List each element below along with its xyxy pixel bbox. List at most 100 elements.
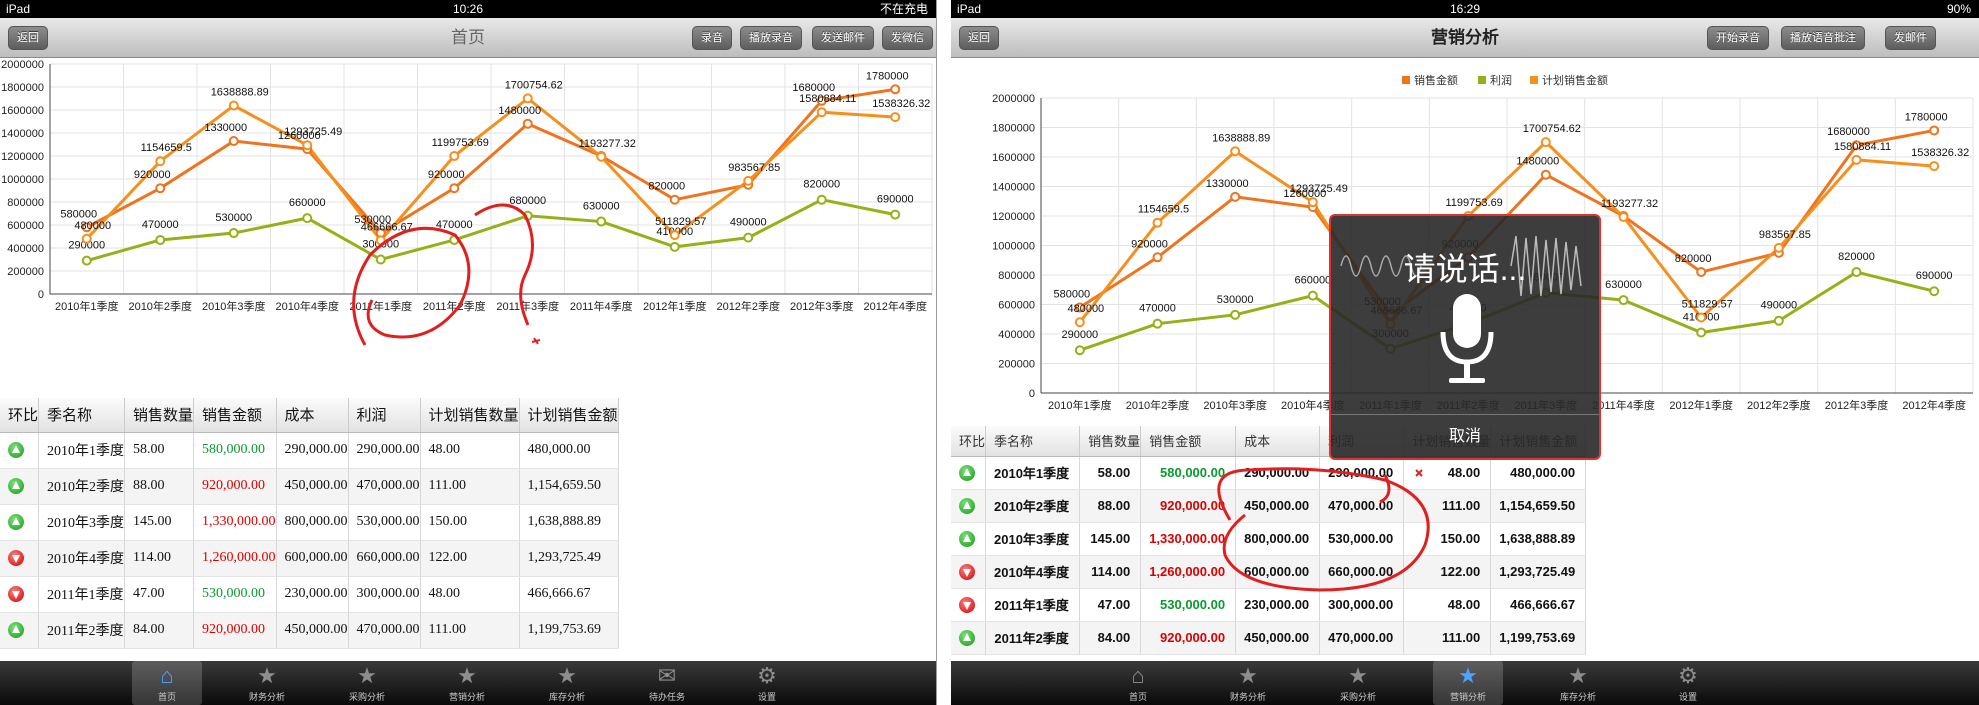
status-bar: iPad 16:29 90% [951, 0, 1979, 18]
table-row[interactable]: 2011年1季度 47.00 530,000.00 230,000.00 300,000… [0, 576, 619, 613]
table-row[interactable]: 2010年4季度 114.00 1,260,000.00 600,000.00 660,… [951, 555, 1587, 589]
table-row[interactable]: 2010年1季度 58.00 580,000.00 290,000.00 290,000… [951, 456, 1587, 490]
data-point [1618, 211, 1629, 222]
battery-status: 90% [1946, 2, 1971, 16]
column-header[interactable]: 利润 [348, 398, 421, 433]
data-label: 480000 [1067, 303, 1104, 315]
data-point [1929, 125, 1940, 136]
column-header[interactable]: 季名称 [38, 398, 126, 433]
column-header[interactable]: 环比 [0, 398, 40, 433]
data-point [1307, 290, 1318, 301]
plan-qty-cell: 150.00 [420, 504, 520, 541]
column-header[interactable]: 成本 [276, 398, 349, 433]
name-cell: 2010年2季度 [38, 468, 126, 505]
name-cell: 2010年4季度 [38, 540, 126, 577]
table-row[interactable]: 2010年3季度 145.00 1,330,000.00 800,000.00 530,… [0, 504, 619, 541]
table-row[interactable]: 2010年2季度 88.00 920,000.00 450,000.00 470,000… [951, 489, 1587, 523]
column-header[interactable]: 计划销售金额 [519, 398, 619, 433]
tab-star-4[interactable]: ★ 库存分析 [532, 661, 602, 705]
profit-cell: 660,000.00 [1319, 555, 1405, 589]
column-header[interactable]: 销售数量 [1079, 426, 1142, 457]
data-label: 1193277.32 [579, 138, 636, 150]
data-label: 490000 [1760, 300, 1797, 312]
arrow-up-icon [8, 441, 24, 458]
data-point [302, 140, 313, 151]
data-point [669, 194, 680, 205]
tab-label: 财务分析 [1229, 692, 1266, 702]
tab-star-3[interactable]: ★ 营销分析 [1433, 661, 1503, 705]
data-label: 983567.85 [1759, 229, 1811, 241]
name-cell: 2011年1季度 [985, 588, 1081, 622]
y-tick-label: 1200000 [992, 211, 1035, 223]
data-point [1152, 252, 1163, 263]
qty-cell: 145.00 [124, 504, 195, 541]
y-tick-label: 1800000 [992, 123, 1035, 135]
start-record-button[interactable]: 开始录音 [1707, 26, 1769, 50]
arrow-up-icon [8, 621, 24, 638]
data-point [1696, 327, 1707, 338]
tab-star-2[interactable]: ★ 采购分析 [1323, 661, 1393, 705]
plan-amount-cell: 480,000.00 [1490, 456, 1587, 490]
column-header[interactable]: 成本 [1235, 426, 1321, 457]
send-wechat-button[interactable]: 发微信 [882, 26, 933, 50]
cancel-button[interactable]: 取消 [1331, 414, 1599, 458]
table-row[interactable]: 2011年2季度 84.00 920,000.00 450,000.00 470,000… [951, 621, 1587, 655]
tab-label: 营销分析 [448, 692, 485, 702]
status-time: 16:29 [1449, 2, 1481, 16]
data-label: 630000 [583, 201, 620, 213]
x-tick-label: 2012年4季度 [863, 299, 927, 313]
data-label: 480000 [74, 220, 111, 232]
send-email-button[interactable]: 发邮件 [1885, 26, 1936, 50]
plan-qty-cell: 122.00 [420, 540, 520, 577]
play-voice-note-button[interactable]: 播放语音批注 [1781, 26, 1865, 50]
data-point [1540, 137, 1551, 148]
tab-label: 首页 [1128, 692, 1147, 702]
data-label: 820000 [648, 181, 685, 193]
column-header[interactable]: 销售金额 [193, 398, 277, 433]
data-label: 983567.85 [728, 162, 780, 174]
tab-gear-5[interactable]: ⚙ 设置 [1653, 661, 1723, 705]
plan-amount-cell: 466,666.67 [519, 576, 619, 613]
table-row[interactable]: 2010年1季度 58.00 580,000.00 290,000.00 290,000… [0, 432, 619, 469]
column-header[interactable]: 季名称 [985, 426, 1081, 457]
data-label: 580000 [1053, 288, 1090, 300]
record-button[interactable]: 录音 [692, 26, 732, 50]
plan-qty-cell: 111.00 [420, 612, 520, 649]
tab-gear-6[interactable]: ⚙ 设置 [732, 661, 802, 705]
y-tick-label: 1200000 [1, 151, 44, 163]
column-header[interactable]: 计划销售数量 [420, 398, 520, 433]
play-record-button[interactable]: 播放录音 [740, 26, 802, 50]
column-header[interactable]: 销售数量 [124, 398, 195, 433]
tab-star-3[interactable]: ★ 营销分析 [432, 661, 502, 705]
column-header[interactable]: 销售金额 [1140, 426, 1237, 457]
tab-bar: ⌂ 首页 ★ 财务分析 ★ 采购分析 ★ 营销分析 ★ 库存分析 ⚙ 设置 [951, 661, 1979, 705]
data-label: 530000 [1217, 294, 1254, 306]
tab-star-2[interactable]: ★ 采购分析 [332, 661, 402, 705]
amount-cell: 580,000.00 [193, 432, 277, 469]
legend-swatch [1402, 76, 1410, 84]
table-row[interactable]: 2011年2季度 84.00 920,000.00 450,000.00 470,000… [0, 612, 619, 649]
table-row[interactable]: 2010年3季度 145.00 1,330,000.00 800,000.00 530,… [951, 522, 1587, 556]
tab-star-1[interactable]: ★ 财务分析 [232, 661, 302, 705]
table-row[interactable]: 2011年1季度 47.00 530,000.00 230,000.00 300,000… [951, 588, 1587, 622]
plan-qty-cell: 150.00 [1403, 522, 1492, 556]
tab-mail-5[interactable]: ✉ 待办任务 [632, 661, 702, 705]
plan-amount-cell: 1,293,725.49 [1490, 555, 1587, 589]
column-header[interactable]: 环比 [951, 426, 987, 457]
trend-cell [951, 522, 987, 556]
table-row[interactable]: 2010年4季度 114.00 1,260,000.00 600,000.00 660,… [0, 540, 619, 577]
trend-cell [0, 576, 40, 613]
tab-home-0[interactable]: ⌂ 首页 [1103, 661, 1173, 705]
trend-cell [951, 621, 987, 655]
profit-cell: 530,000.00 [1319, 522, 1405, 556]
profit-cell: 470,000.00 [348, 468, 421, 505]
plan-amount-cell: 1,638,888.89 [1490, 522, 1587, 556]
trend-cell [0, 504, 40, 541]
data-point [1696, 267, 1707, 278]
tab-home-0[interactable]: ⌂ 首页 [132, 661, 202, 705]
data-label: 530000 [215, 212, 252, 224]
table-row[interactable]: 2010年2季度 88.00 920,000.00 450,000.00 470,000… [0, 468, 619, 505]
tab-star-1[interactable]: ★ 财务分析 [1213, 661, 1283, 705]
send-email-button[interactable]: 发送邮件 [812, 26, 874, 50]
tab-star-4[interactable]: ★ 库存分析 [1543, 661, 1613, 705]
